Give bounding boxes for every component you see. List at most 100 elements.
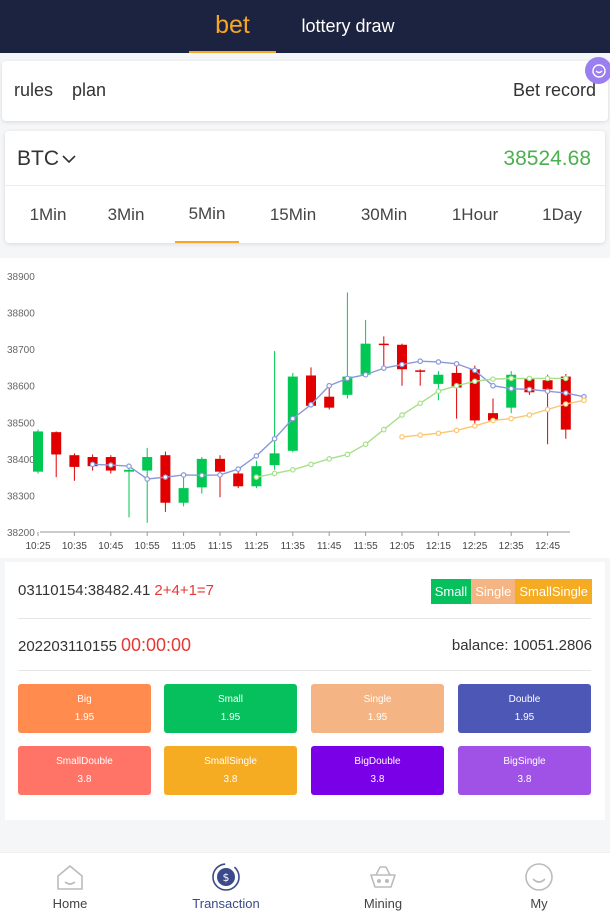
nav-transaction[interactable]: $ Transaction: [166, 853, 286, 919]
ma-point: [162, 474, 169, 480]
option-name: SmallSingle: [204, 756, 257, 767]
symbol-label: BTC: [17, 147, 59, 170]
option-smalldouble[interactable]: SmallDouble 3.8: [18, 746, 151, 795]
tab-15min[interactable]: 15Min: [257, 186, 329, 243]
candle-down: [542, 380, 553, 390]
ma-point: [562, 375, 569, 382]
x-tick-label: 11:25: [244, 541, 269, 552]
ma-point: [199, 472, 205, 479]
divider: [18, 618, 591, 619]
option-small[interactable]: Small 1.95: [164, 684, 297, 733]
bet-record-link[interactable]: Bet record: [513, 80, 596, 101]
customer-service-button[interactable]: [585, 57, 610, 84]
ma-point: [471, 423, 478, 429]
option-double[interactable]: Double 1.95: [458, 684, 591, 733]
ma-point: [344, 451, 351, 458]
candlestick-chart: 38200 38300 38400 38500 38600 38700 38800 38900…: [7, 272, 587, 552]
divider: [18, 670, 591, 671]
ma-point: [453, 427, 460, 434]
y-tick-label: 38500: [7, 418, 35, 429]
x-tick-label: 11:55: [353, 541, 378, 552]
nav-mining[interactable]: Mining: [323, 853, 443, 919]
links-card: rules plan Bet record: [2, 61, 608, 121]
option-odds: 3.8: [223, 774, 238, 785]
tab-1day[interactable]: 1Day: [529, 186, 595, 243]
x-tick-label: 11:05: [171, 541, 196, 552]
nav-my[interactable]: My: [479, 853, 599, 919]
x-tick-label: 10:55: [135, 541, 160, 552]
option-big[interactable]: Big 1.95: [18, 684, 151, 733]
ma-point: [89, 461, 96, 468]
tab-5min[interactable]: 5Min: [175, 186, 239, 243]
option-name: SmallDouble: [56, 756, 113, 767]
nav-home[interactable]: Home: [10, 853, 130, 919]
tab-1hour[interactable]: 1Hour: [441, 186, 509, 243]
y-tick-label: 38900: [7, 272, 35, 283]
ma-point: [344, 375, 351, 382]
ma-point: [235, 466, 242, 472]
x-tick-label: 11:45: [317, 541, 342, 552]
result-tag-small: Small: [430, 579, 472, 604]
ma-point: [417, 400, 424, 407]
mining-cart-icon: [367, 861, 399, 893]
x-tick-label: 10:45: [98, 541, 123, 552]
x-tick-label: 12:25: [462, 541, 487, 552]
candle-up: [124, 469, 134, 472]
tab-bet[interactable]: bet: [189, 0, 276, 53]
y-tick-label: 38600: [7, 382, 35, 393]
ma-point: [399, 412, 405, 418]
ma-point: [471, 367, 478, 374]
tab-1min[interactable]: 1Min: [5, 186, 91, 243]
tab-lottery-draw[interactable]: lottery draw: [290, 0, 406, 53]
option-bigdouble[interactable]: BigDouble 3.8: [311, 746, 444, 795]
svg-text:$: $: [223, 871, 230, 884]
option-name: Single: [363, 694, 392, 705]
y-tick-label: 38200: [7, 528, 35, 539]
x-tick-label: 12:15: [426, 541, 451, 552]
rules-link[interactable]: rules: [14, 80, 53, 101]
tab-30min[interactable]: 30Min: [345, 186, 423, 243]
plan-link[interactable]: plan: [72, 80, 106, 101]
option-single[interactable]: Single 1.95: [311, 684, 444, 733]
nav-label: Transaction: [192, 896, 260, 911]
ma-point: [326, 456, 333, 462]
ma-point: [289, 467, 296, 473]
price-chart[interactable]: 38200 38300 38400 38500 38600 38700 38800 38900…: [0, 258, 610, 558]
nav-label: Mining: [363, 896, 403, 911]
ma-point: [581, 397, 587, 404]
ma-point: [490, 417, 496, 424]
ma-point: [526, 412, 533, 418]
current-period: 202203110155 00:00:00: [18, 635, 191, 656]
ma-point: [435, 359, 442, 365]
option-name: BigDouble: [354, 756, 401, 767]
ma-point: [453, 360, 460, 367]
ma-point: [253, 453, 260, 459]
symbol-selector[interactable]: BTC: [17, 147, 77, 171]
ma-point: [253, 474, 260, 480]
x-tick-label: 12:35: [499, 541, 524, 552]
market-card: BTC 38524.68 1Min 3Min 5Min 15Min 30Min …: [5, 131, 605, 243]
home-icon: [54, 861, 86, 893]
option-smallsingle[interactable]: SmallSingle 3.8: [164, 746, 297, 795]
option-bigsingle[interactable]: BigSingle 3.8: [458, 746, 591, 795]
betting-panel: 03110154:38482.41 2+4+1=7 Small Single Sm…: [5, 562, 605, 820]
y-tick-label: 38400: [7, 455, 35, 466]
option-odds: 1.95: [220, 712, 241, 723]
ma-point: [380, 365, 387, 371]
ma-point: [308, 461, 314, 468]
ma-point: [217, 472, 223, 478]
candle-down: [51, 432, 62, 455]
tab-3min[interactable]: 3Min: [91, 186, 161, 243]
ma-point: [508, 385, 515, 392]
ma-point: [362, 371, 369, 378]
option-odds: 1.95: [74, 712, 95, 723]
y-tick-label: 38300: [7, 491, 35, 502]
last-round-result: 2+4+1=7: [154, 582, 215, 599]
option-name: Big: [77, 694, 92, 705]
top-nav-bar: bet lottery draw: [0, 0, 610, 53]
last-round: 03110154:38482.41 2+4+1=7: [18, 582, 214, 599]
nav-label: My: [530, 896, 548, 911]
ma-point: [399, 361, 405, 368]
ma-point: [526, 386, 533, 393]
ma-point: [544, 388, 551, 395]
